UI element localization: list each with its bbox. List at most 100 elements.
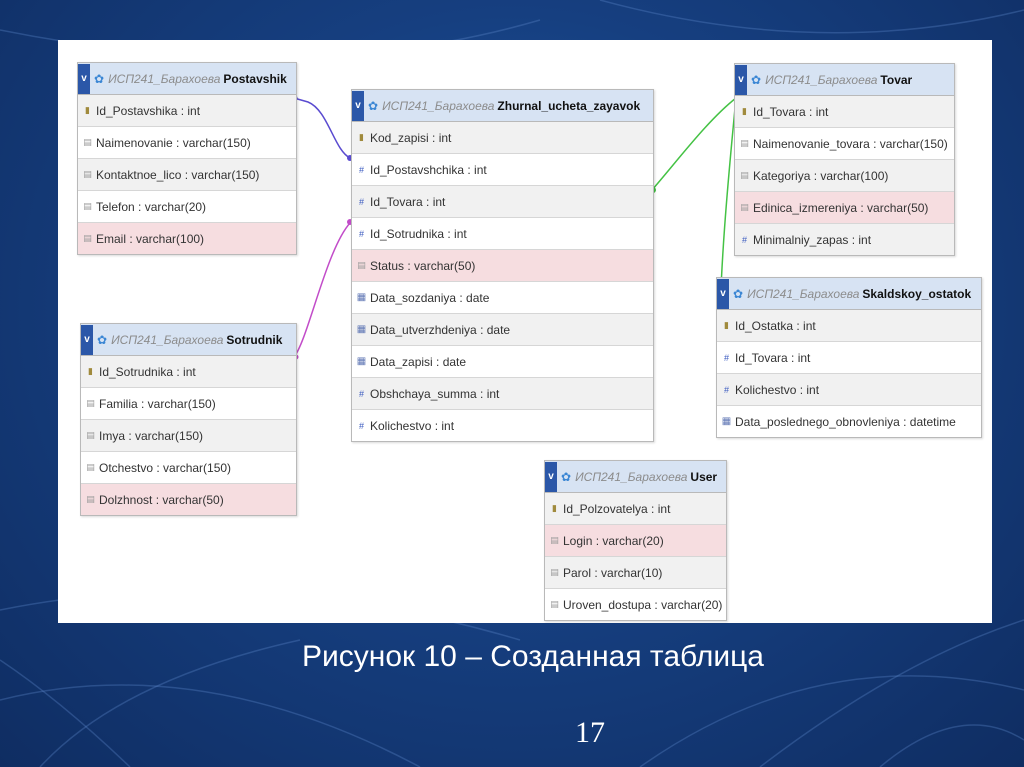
link-postavshik-zhurnal	[293, 97, 351, 159]
table-header[interactable]: v ✿ ИСП241_Барахоева Skaldskoy_ostatok	[717, 278, 981, 310]
field-label: Telefon : varchar(20)	[96, 199, 207, 214]
table-skaldskoy-ostatok[interactable]: v ✿ ИСП241_Барахоева Skaldskoy_ostatok ▮…	[716, 277, 982, 438]
primary-key-icon: ▮	[88, 366, 93, 376]
field-row[interactable]: ▤ Dolzhnost : varchar(50)	[81, 484, 296, 515]
field-row[interactable]: ▤ Status : varchar(50)	[352, 250, 653, 282]
database-name: ИСП241_Барахоева	[108, 71, 221, 86]
table-header[interactable]: v ✿ ИСП241_Барахоева Tovar	[735, 64, 954, 96]
table-tovar[interactable]: v ✿ ИСП241_Барахоева Tovar ▮ Id_Tovara : …	[734, 63, 955, 256]
table-zhurnal-ucheta-zayavok[interactable]: v ✿ ИСП241_Барахоева Zhurnal_ucheta_zaya…	[351, 89, 654, 442]
table-sotrudnik[interactable]: v ✿ ИСП241_Барахоева Sotrudnik ▮ Id_Sotru…	[80, 323, 297, 516]
field-row[interactable]: ▮ Id_Polzovatelya : int	[545, 493, 726, 525]
table-header[interactable]: v ✿ ИСП241_Барахоева Postavshik	[78, 63, 296, 95]
field-label: Familia : varchar(150)	[99, 396, 216, 411]
field-row[interactable]: ▮ Id_Postavshika : int	[78, 95, 296, 127]
field-label: Data_zapisi : date	[370, 354, 467, 369]
txt-type-icon: ▤	[83, 169, 92, 179]
field-row[interactable]: # Id_Tovara : int	[352, 186, 653, 218]
field-row[interactable]: ▤ Edinica_izmereniya : varchar(50)	[735, 192, 954, 224]
field-row[interactable]: ▤ Parol : varchar(10)	[545, 557, 726, 589]
field-label: Id_Postavshchika : int	[370, 162, 487, 177]
field-label: Dolzhnost : varchar(50)	[99, 492, 224, 507]
field-label: Obshchaya_summa : int	[370, 386, 500, 401]
field-label: Minimalniy_zapas : int	[753, 232, 872, 247]
table-header[interactable]: v ✿ ИСП241_Барахоева User	[545, 461, 726, 493]
table-name: Skaldskoy_ostatok	[862, 286, 972, 301]
field-row[interactable]: # Id_Tovara : int	[717, 342, 981, 374]
txt-type-icon: ▤	[83, 233, 92, 243]
table-name: Postavshik	[223, 71, 287, 86]
field-row[interactable]: ▤ Familia : varchar(150)	[81, 388, 296, 420]
field-row[interactable]: ▤ Login : varchar(20)	[545, 525, 726, 557]
collapse-toggle-icon[interactable]: v	[545, 461, 557, 492]
field-row[interactable]: ▤ Otchestvo : varchar(150)	[81, 452, 296, 484]
field-row[interactable]: ▤ Naimenovanie_tovara : varchar(150)	[735, 128, 954, 160]
primary-key-icon: ▮	[85, 105, 90, 115]
field-row[interactable]: ▦ Data_sozdaniya : date	[352, 282, 653, 314]
collapse-toggle-icon[interactable]: v	[352, 90, 364, 121]
field-label: Kolichestvo : int	[370, 418, 455, 433]
field-row[interactable]: ▤ Naimenovanie : varchar(150)	[78, 127, 296, 159]
field-label: Data_poslednego_obnovleniya : datetime	[735, 414, 956, 429]
date-type-icon: ▦	[356, 324, 367, 335]
field-label: Otchestvo : varchar(150)	[99, 460, 232, 475]
field-row[interactable]: ▤ Imya : varchar(150)	[81, 420, 296, 452]
gear-icon: ✿	[733, 286, 744, 301]
gear-icon: ✿	[561, 469, 572, 484]
field-label: Edinica_izmereniya : varchar(50)	[753, 200, 929, 215]
diagram-panel: v ✿ ИСП241_Барахоева Postavshik ▮ Id_Post…	[58, 40, 992, 623]
link-sotrudnik-zhurnal	[293, 222, 351, 358]
field-row[interactable]: ▤ Kontaktnoe_lico : varchar(150)	[78, 159, 296, 191]
field-row[interactable]: # Id_Sotrudnika : int	[352, 218, 653, 250]
table-user[interactable]: v ✿ ИСП241_Барахоева User ▮ Id_Polzovatel…	[544, 460, 727, 621]
field-label: Naimenovanie_tovara : varchar(150)	[753, 136, 948, 151]
field-row[interactable]: # Obshchaya_summa : int	[352, 378, 653, 410]
date-type-icon: ▦	[356, 292, 367, 303]
field-row[interactable]: # Kolichestvo : int	[352, 410, 653, 441]
field-row[interactable]: ▦ Data_poslednego_obnovleniya : datetime	[717, 406, 981, 437]
gear-icon: ✿	[97, 332, 108, 347]
int-type-icon: #	[723, 352, 729, 363]
primary-key-icon: ▮	[724, 320, 729, 330]
field-row[interactable]: # Kolichestvo : int	[717, 374, 981, 406]
field-row[interactable]: # Id_Postavshchika : int	[352, 154, 653, 186]
table-name: User	[690, 469, 718, 484]
page-number: 17	[575, 716, 605, 749]
field-row[interactable]: ▤ Kategoriya : varchar(100)	[735, 160, 954, 192]
collapse-toggle-icon[interactable]: v	[78, 63, 90, 94]
database-name: ИСП241_Барахоева	[382, 98, 495, 113]
txt-type-icon: ▤	[550, 535, 559, 545]
field-row[interactable]: ▦ Data_zapisi : date	[352, 346, 653, 378]
collapse-toggle-icon[interactable]: v	[735, 64, 747, 95]
int-type-icon: #	[358, 420, 364, 431]
field-row[interactable]: ▦ Data_utverzhdeniya : date	[352, 314, 653, 346]
field-label: Status : varchar(50)	[370, 258, 476, 273]
field-row[interactable]: ▮ Id_Sotrudnika : int	[81, 356, 296, 388]
field-row[interactable]: ▤ Uroven_dostupa : varchar(20)	[545, 589, 726, 620]
txt-type-icon: ▤	[740, 138, 749, 148]
table-header[interactable]: v ✿ ИСП241_Барахоева Zhurnal_ucheta_zaya…	[352, 90, 653, 122]
field-label: Id_Tovara : int	[735, 350, 811, 365]
int-type-icon: #	[723, 384, 729, 395]
field-row[interactable]: ▤ Email : varchar(100)	[78, 223, 296, 254]
primary-key-icon: ▮	[552, 503, 557, 513]
gear-icon: ✿	[751, 72, 762, 87]
txt-type-icon: ▤	[83, 201, 92, 211]
table-postavshik[interactable]: v ✿ ИСП241_Барахоева Postavshik ▮ Id_Post…	[77, 62, 297, 255]
txt-type-icon: ▤	[550, 567, 559, 577]
field-row[interactable]: ▤ Telefon : varchar(20)	[78, 191, 296, 223]
primary-key-icon: ▮	[359, 132, 364, 142]
txt-type-icon: ▤	[86, 430, 95, 440]
field-label: Kontaktnoe_lico : varchar(150)	[96, 167, 260, 182]
collapse-toggle-icon[interactable]: v	[81, 324, 93, 355]
field-row[interactable]: ▮ Id_Tovara : int	[735, 96, 954, 128]
field-row[interactable]: ▮ Kod_zapisi : int	[352, 122, 653, 154]
gear-icon: ✿	[94, 71, 105, 86]
field-label: Data_utverzhdeniya : date	[370, 322, 511, 337]
collapse-toggle-icon[interactable]: v	[717, 278, 729, 309]
table-header[interactable]: v ✿ ИСП241_Барахоева Sotrudnik	[81, 324, 296, 356]
primary-key-icon: ▮	[742, 106, 747, 116]
field-row[interactable]: ▮ Id_Ostatka : int	[717, 310, 981, 342]
field-row[interactable]: # Minimalniy_zapas : int	[735, 224, 954, 255]
figure-caption: Рисунок 10 – Созданная таблица	[302, 640, 764, 673]
